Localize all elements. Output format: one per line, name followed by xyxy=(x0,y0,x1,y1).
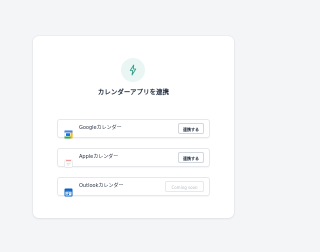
connect-apple-button[interactable]: 連携する xyxy=(178,152,204,163)
connect-google-button[interactable]: 連携する xyxy=(178,123,204,134)
integration-label: Appleカレンダー xyxy=(79,154,119,160)
page-title: カレンダーアプリを連携 xyxy=(97,88,170,96)
integration-row-outlook: Outlookカレンダー Coming soon xyxy=(57,177,210,197)
integration-label: Outlookカレンダー xyxy=(79,183,124,189)
outlook-calendar-icon xyxy=(64,182,73,197)
google-calendar-icon xyxy=(64,124,73,139)
integration-row-apple: Appleカレンダー 連携する xyxy=(57,148,210,168)
integration-label: Googleカレンダー xyxy=(79,125,122,131)
sparkle-icon xyxy=(121,58,145,82)
integration-row-google: Googleカレンダー 連携する xyxy=(57,119,210,139)
apple-calendar-icon xyxy=(64,153,73,168)
coming-soon-badge: Coming soon xyxy=(165,181,204,192)
